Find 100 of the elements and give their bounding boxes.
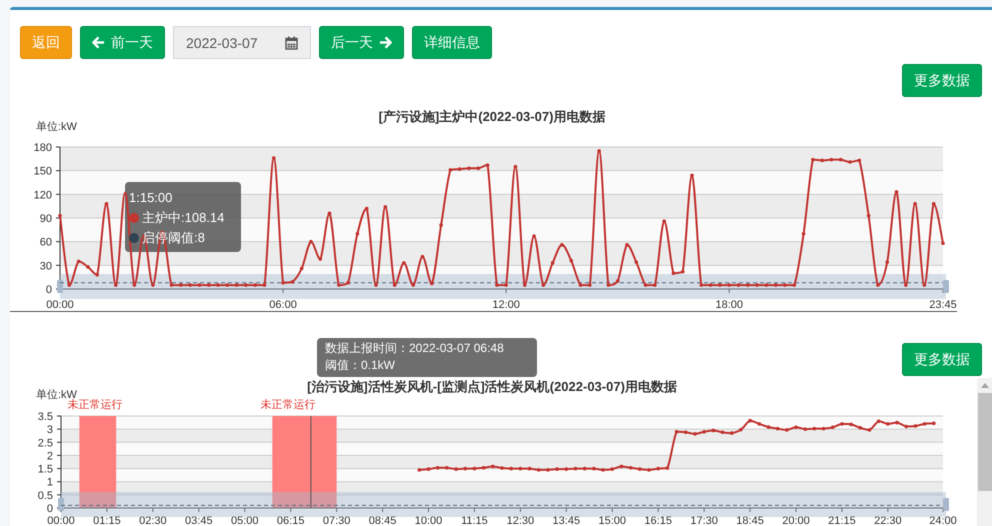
chart-title: [产污设施]主炉中(2022-03-07)用电数据 [378,109,606,124]
axis-label: 06:00 [269,299,297,310]
slider-handle[interactable] [58,498,64,511]
tooltip-title: 1:15:00 [129,189,174,207]
data-point [662,219,666,223]
data-point [597,149,601,153]
slider-handle[interactable] [943,280,949,293]
slider-handle[interactable] [57,280,63,293]
data-point [482,466,486,470]
data-point [727,283,732,287]
axis-label: 03:45 [185,515,213,526]
data-point [592,466,596,470]
data-point [776,426,780,430]
zoom-slider[interactable] [60,274,946,299]
axis-label: 00:00 [46,299,74,310]
axis-label: 24:00 [929,515,957,526]
next-day-button[interactable]: 后一天 [319,26,404,59]
data-point [58,214,62,218]
data-point [766,425,770,429]
data-point [601,468,605,472]
data-point [616,279,620,283]
data-point [262,283,266,287]
data-point [244,283,248,287]
data-point [700,283,704,287]
data-point [328,211,332,216]
data-point [610,467,614,471]
data-point [638,467,642,471]
axis-label: 1.5 [38,464,53,476]
data-point [876,419,880,424]
zoom-slider[interactable] [61,492,946,517]
data-point [922,283,926,287]
data-point [281,280,285,284]
data-point [188,283,192,287]
calendar-icon [285,36,298,50]
data-point [932,422,936,426]
data-point [886,422,890,426]
data-point [384,205,388,209]
data-point [702,430,706,434]
axis-label: 02:30 [139,515,167,526]
data-point [746,283,750,287]
data-point [680,270,685,274]
axis-label: 17:30 [690,515,718,526]
axis-label: 150 [34,166,52,178]
axis-label: 0.5 [38,490,53,502]
data-point [411,283,415,287]
back-button[interactable]: 返回 [20,26,72,59]
data-point [708,283,712,287]
axis-label: 0 [46,503,53,515]
data-point [436,466,440,470]
data-point [634,260,638,264]
axis-label: 20:00 [782,515,810,526]
data-point [803,427,807,431]
axis-label: 05:00 [230,515,259,526]
data-point [820,158,824,162]
data-point [574,466,578,470]
arrow-left-icon [92,36,105,49]
data-point [785,428,789,432]
data-point [718,283,722,287]
axis-label: 18:45 [736,515,764,526]
axis-label: 06:15 [276,515,304,526]
axis-label: 13:45 [552,515,580,526]
data-point [840,422,844,426]
date-field[interactable]: 2022-03-07 [173,26,311,59]
data-point [653,283,657,287]
data-point [226,283,230,287]
scrollbar[interactable] [977,378,992,526]
data-point [922,422,926,426]
data-point [402,261,406,265]
data-point [628,466,632,470]
data-point [606,283,610,287]
data-point [420,254,424,258]
axis-label: 2 [46,450,53,462]
data-point [644,283,648,287]
data-point [564,467,568,471]
data-point [522,283,527,287]
more-data-button[interactable]: 更多数据 [902,64,982,97]
axis-label: 08:45 [368,515,396,526]
data-point [430,282,434,286]
data-point [739,428,743,432]
previous-day-button[interactable]: 前一天 [80,26,165,59]
data-point [426,467,430,471]
data-point [811,158,815,162]
data-point [693,432,697,436]
details-button[interactable]: 详细信息 [412,26,492,59]
data-point [290,280,294,284]
data-point [463,466,468,470]
scrollbar-thumb[interactable] [978,393,992,491]
data-point [374,283,378,287]
axis-label: 15:00 [598,515,626,526]
data-point [674,430,678,434]
data-point [588,283,592,287]
data-point [467,166,471,170]
data-point [941,241,945,246]
slider-handle[interactable] [943,498,949,511]
axis-label: 60 [40,236,52,249]
more-data-button[interactable]: 更多数据 [902,343,982,376]
data-point [300,266,304,270]
data-point [132,283,136,287]
data-point [486,163,490,167]
data-point [932,202,936,206]
